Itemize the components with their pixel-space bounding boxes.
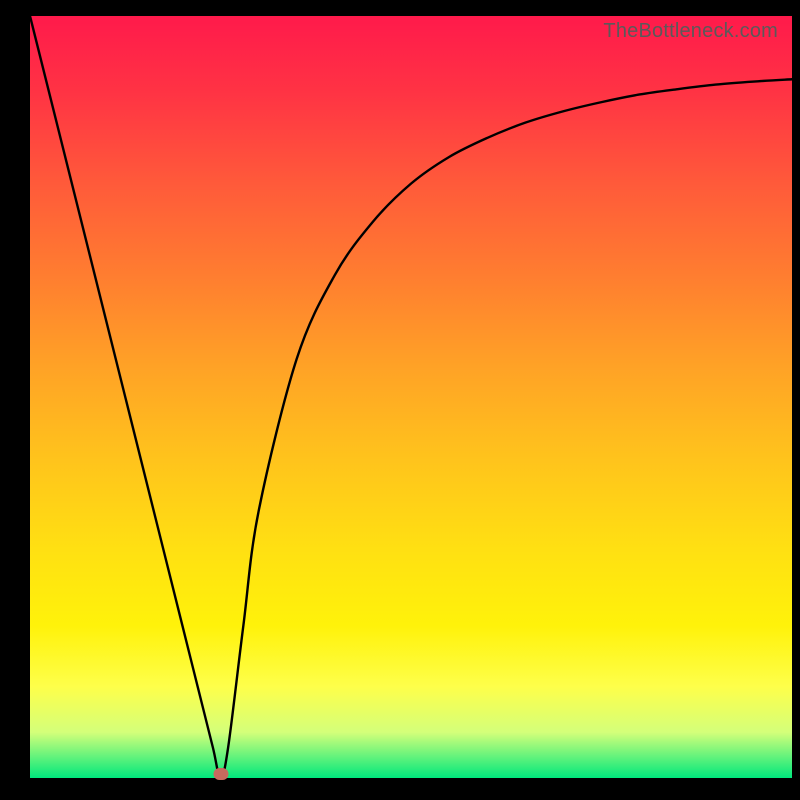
chart-frame: TheBottleneck.com bbox=[0, 0, 800, 800]
bottleneck-curve bbox=[30, 16, 792, 778]
minimum-marker-icon bbox=[213, 768, 228, 780]
chart-plot-area: TheBottleneck.com bbox=[30, 16, 792, 778]
watermark-text: TheBottleneck.com bbox=[603, 20, 778, 43]
